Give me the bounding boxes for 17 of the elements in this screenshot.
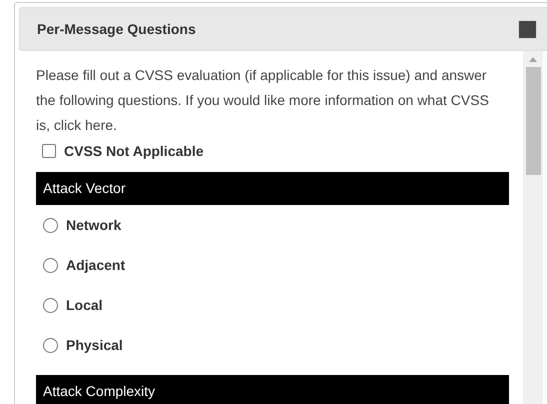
checkbox-label: CVSS Not Applicable bbox=[64, 142, 204, 161]
radio-label: Adjacent bbox=[66, 256, 126, 275]
radio-button[interactable] bbox=[43, 218, 58, 232]
section-header: Attack Complexity bbox=[36, 375, 509, 404]
scrollbar-thumb[interactable] bbox=[526, 67, 540, 175]
radio-button[interactable] bbox=[43, 338, 58, 352]
intro-text: Please fill out a CVSS evaluation (if applicable for this issue) and answer the following questions. If you would like more information on what CVSS is, click here. bbox=[36, 66, 490, 135]
radio-label: Local bbox=[66, 296, 103, 314]
panel-title: Per-Message Questions bbox=[37, 20, 196, 39]
radio-button[interactable] bbox=[43, 298, 58, 312]
collapse-toggle[interactable] bbox=[518, 20, 537, 39]
scrollbar[interactable] bbox=[523, 51, 543, 404]
section-header: Attack Vector bbox=[36, 172, 509, 205]
radio-label: Physical bbox=[66, 336, 123, 355]
checkbox[interactable] bbox=[42, 144, 56, 158]
radio-label: Network bbox=[66, 216, 122, 234]
radio-button[interactable] bbox=[43, 258, 58, 272]
